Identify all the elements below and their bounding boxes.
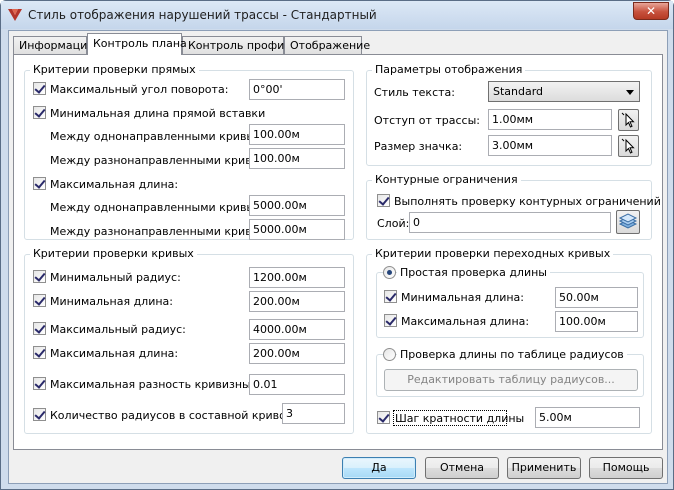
min-radius-label: Минимальный радиус:: [50, 271, 181, 284]
marker-size-input[interactable]: 3.00мм: [488, 135, 612, 156]
tab-display[interactable]: Отображение: [284, 36, 370, 54]
max-tangent-length-label: Максимальная длина:: [50, 178, 179, 191]
help-button[interactable]: Помощь: [589, 457, 663, 479]
apply-button[interactable]: Применить: [507, 457, 581, 479]
max-length-same-dir-label: Между однонаправленными кривыми:: [50, 201, 275, 214]
compound-count-checkbox[interactable]: [33, 408, 46, 421]
compound-count-label: Количество радиусов в составной кривой:: [50, 409, 297, 422]
civil3d-app-icon: [8, 9, 22, 21]
transition-max-length-label: Максимальная длина:: [401, 315, 530, 328]
max-angle-label: Максимальный угол поворота:: [50, 83, 229, 96]
marker-size-label: Размер значка:: [374, 140, 463, 153]
max-curvature-diff-label: Максимальная разность кривизны:: [50, 378, 255, 391]
length-step-input[interactable]: 5.00м: [535, 407, 640, 428]
simple-check-label: Простая проверка длины: [397, 266, 550, 279]
min-tangent-label: Минимальная длина прямой вставки: [50, 107, 266, 120]
display-params-title: Параметры отображения: [372, 63, 526, 76]
offset-input[interactable]: 1.00мм: [488, 109, 612, 130]
focus-rectangle: [393, 410, 507, 426]
table-check-label: Проверка длины по таблице радиусов: [397, 348, 627, 361]
max-curve-length-label: Максимальная длина:: [50, 347, 179, 360]
min-curve-length-label: Минимальная длина:: [50, 295, 174, 308]
max-length-opp-dir-label: Между разнонаправленными кривыми:: [50, 225, 280, 238]
table-check-radio[interactable]: [383, 348, 396, 361]
tab-information[interactable]: Информация: [13, 36, 94, 54]
text-style-label: Стиль текста:: [374, 86, 455, 99]
tab-plan-control[interactable]: Контроль плана: [87, 33, 187, 55]
offset-label: Отступ от трассы:: [374, 114, 480, 127]
min-radius-checkbox[interactable]: [33, 270, 46, 283]
min-tangent-same-dir-label: Между однонаправленными кривыми:: [50, 130, 275, 143]
contour-title: Контурные ограничения: [372, 173, 521, 186]
max-angle-input[interactable]: 0°00': [249, 79, 345, 100]
curve-criteria-title: Критерии проверки кривых: [30, 247, 197, 260]
pick-cursor-icon: [621, 112, 635, 128]
compound-count-input[interactable]: 3: [282, 403, 345, 424]
layer-select-button[interactable]: [616, 210, 640, 234]
max-tangent-length-checkbox[interactable]: [33, 177, 46, 190]
title-bar[interactable]: Стиль отображения нарушений трассы - Ста…: [1, 1, 673, 29]
min-radius-input[interactable]: 1200.00м: [249, 267, 345, 288]
max-radius-checkbox[interactable]: [33, 322, 46, 335]
min-tangent-opp-dir-input[interactable]: 100.00м: [249, 148, 345, 169]
window-title: Стиль отображения нарушений трассы - Ста…: [28, 8, 377, 22]
min-tangent-same-dir-input[interactable]: 100.00м: [249, 124, 345, 145]
transition-min-length-label: Минимальная длина:: [401, 291, 525, 304]
max-curvature-diff-input[interactable]: 0.01: [249, 374, 345, 395]
edit-radius-table-button[interactable]: Редактировать таблицу радиусов...: [384, 369, 638, 391]
min-tangent-opp-dir-label: Между разнонаправленными кривыми:: [50, 154, 280, 167]
max-curve-length-input[interactable]: 200.00м: [249, 343, 345, 364]
offset-pick-button[interactable]: [618, 109, 639, 131]
tangent-criteria-title: Критерии проверки прямых: [30, 63, 199, 76]
transition-max-length-input[interactable]: 100.00м: [555, 311, 638, 332]
contour-check-checkbox[interactable]: [377, 194, 390, 207]
text-style-value: Standard: [493, 85, 544, 98]
pick-cursor-icon: [621, 138, 635, 154]
transition-min-length-input[interactable]: 50.00м: [555, 287, 638, 308]
length-step-checkbox[interactable]: [377, 411, 390, 424]
layer-label: Слой:: [377, 217, 410, 230]
transition-criteria-title: Критерии проверки переходных кривых: [372, 247, 614, 260]
text-style-select[interactable]: Standard: [488, 81, 640, 102]
simple-check-radio[interactable]: [383, 266, 396, 279]
max-radius-label: Максимальный радиус:: [50, 323, 186, 336]
max-curve-length-checkbox[interactable]: [33, 346, 46, 359]
tab-profile-control[interactable]: Контроль профиля: [182, 36, 298, 54]
transition-min-length-checkbox[interactable]: [384, 290, 397, 303]
transition-max-length-checkbox[interactable]: [384, 314, 397, 327]
ok-button[interactable]: Да: [342, 457, 416, 479]
contour-check-label: Выполнять проверку контурных ограничений: [394, 195, 661, 208]
min-curve-length-input[interactable]: 200.00м: [249, 291, 345, 312]
chevron-down-icon: [626, 90, 634, 95]
min-curve-length-checkbox[interactable]: [33, 294, 46, 307]
cancel-button[interactable]: Отмена: [425, 457, 499, 479]
close-button[interactable]: ✕: [633, 2, 669, 20]
max-curvature-diff-checkbox[interactable]: [33, 377, 46, 390]
max-length-same-dir-input[interactable]: 5000.00м: [249, 195, 345, 216]
max-angle-checkbox[interactable]: [33, 82, 46, 95]
max-radius-input[interactable]: 4000.00м: [249, 319, 345, 340]
marker-size-pick-button[interactable]: [618, 135, 639, 157]
max-length-opp-dir-input[interactable]: 5000.00м: [249, 219, 345, 240]
min-tangent-checkbox[interactable]: [33, 106, 46, 119]
layers-icon: [618, 213, 638, 229]
layer-input[interactable]: 0: [409, 212, 611, 233]
